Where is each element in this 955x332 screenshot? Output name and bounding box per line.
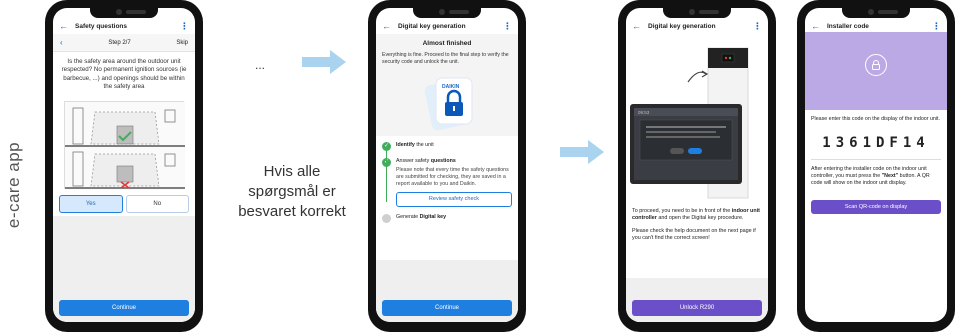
status-subtitle: Everything is fine. Proceed to the final… bbox=[382, 52, 509, 66]
header-band bbox=[805, 32, 947, 110]
after-bold: "Next" bbox=[881, 173, 899, 180]
review-safety-check-button[interactable]: Review safety check bbox=[396, 191, 512, 207]
instruction-paragraph: To proceed, you need to be in front of t… bbox=[632, 208, 762, 223]
code-instruction: Please enter this code on the display of… bbox=[811, 116, 940, 122]
previous-step-icon[interactable]: ‹ bbox=[60, 38, 63, 47]
back-arrow-icon[interactable]: ← bbox=[59, 21, 68, 31]
phone-installer-code: ← Installer code ⋮ Please enter this cod… bbox=[797, 0, 955, 332]
brand-logo: DAIKIN bbox=[442, 84, 460, 90]
instruction-text: and open the Digital key procedure. bbox=[656, 215, 744, 222]
phone-notch bbox=[90, 6, 158, 18]
right-arrow-icon bbox=[302, 50, 346, 74]
instruction-text: To proceed, you need to be in front of t… bbox=[632, 208, 732, 214]
step-text: the unit bbox=[414, 142, 434, 149]
safety-question: Is the safety area around the outdoor un… bbox=[61, 58, 187, 91]
phone-screen: ← Safety questions ⋮ ‹ Step 2/7 Skip Is … bbox=[53, 8, 195, 322]
more-options-icon[interactable]: ⋮ bbox=[503, 21, 512, 32]
step-indicator: Step 2/7 bbox=[108, 39, 131, 46]
right-arrow-icon bbox=[560, 140, 604, 164]
phone-screen: ← Installer code ⋮ Please enter this cod… bbox=[805, 8, 947, 322]
indoor-unit-icon: 09:53 bbox=[630, 47, 749, 199]
more-options-icon[interactable]: ⋮ bbox=[753, 21, 762, 32]
key-illustration: DAIKIN bbox=[382, 72, 512, 134]
lock-icon bbox=[865, 54, 887, 76]
phone-safety-questions: ← Safety questions ⋮ ‹ Step 2/7 Skip Is … bbox=[45, 0, 203, 332]
back-arrow-icon[interactable]: ← bbox=[632, 21, 641, 31]
step-text: Answer safety bbox=[396, 158, 431, 165]
screen-title: Installer code bbox=[827, 22, 869, 30]
progress-line bbox=[386, 150, 387, 203]
installer-code: 1361DF14 bbox=[811, 129, 941, 161]
continue-button[interactable]: Continue bbox=[382, 300, 512, 316]
safety-area-illustration bbox=[64, 101, 185, 191]
phone-notch bbox=[842, 6, 910, 18]
step-bold: questions bbox=[430, 158, 456, 165]
side-label: e-care app bbox=[2, 120, 26, 250]
status-heading: Almost finished bbox=[422, 40, 472, 47]
step-identify: ✓ Identify the unit bbox=[382, 142, 512, 152]
more-options-icon[interactable]: ⋮ bbox=[932, 21, 941, 32]
phone-digital-key-almost: ← Digital key generation ⋮ Almost finish… bbox=[368, 0, 526, 332]
pending-icon bbox=[382, 213, 391, 223]
step-text: Generate bbox=[396, 213, 420, 220]
continue-button[interactable]: Continue bbox=[59, 300, 189, 316]
answer-toggle: Yes No bbox=[59, 195, 189, 214]
yes-button[interactable]: Yes bbox=[59, 195, 123, 214]
help-note: Please check the help document on the ne… bbox=[632, 227, 756, 241]
skip-link[interactable]: Skip bbox=[176, 40, 188, 46]
unlock-button[interactable]: Unlock R290 bbox=[632, 300, 762, 316]
screen-title: Digital key generation bbox=[398, 22, 466, 30]
ellipsis: ... bbox=[255, 58, 266, 72]
progress-steps: ✓ Identify the unit ✓ Answer safety ques… bbox=[376, 136, 518, 223]
stage: e-care app ← Safety questions ⋮ ‹ Step 2… bbox=[0, 0, 955, 332]
status-hero: Almost finished Everything is fine. Proc… bbox=[376, 34, 518, 137]
after-instruction: After entering the installer code on the… bbox=[805, 160, 947, 193]
step-bar: ‹ Step 2/7 Skip bbox=[53, 34, 195, 52]
instructions: To proceed, you need to be in front of t… bbox=[626, 204, 768, 251]
step-note: Please note that every time the safety q… bbox=[396, 166, 509, 187]
house-diagram-icon bbox=[65, 102, 185, 191]
back-arrow-icon[interactable]: ← bbox=[811, 21, 820, 31]
controller-illustration: 09:53 bbox=[626, 34, 768, 204]
step-bold: Digital key bbox=[419, 213, 447, 220]
controller-clock: 09:53 bbox=[638, 110, 650, 115]
phone-screen: ← Digital key generation ⋮ 09:53 To proc… bbox=[626, 8, 768, 322]
screen-title: Safety questions bbox=[75, 22, 128, 30]
condition-text: Hvis alle spørgsmål er besvaret korrekt bbox=[238, 163, 346, 220]
step-questions: ✓ Answer safety questions Please note th… bbox=[382, 158, 512, 207]
back-arrow-icon[interactable]: ← bbox=[382, 21, 391, 31]
phone-screen: ← Digital key generation ⋮ Almost finish… bbox=[376, 8, 518, 322]
phone-digital-key-controller: ← Digital key generation ⋮ 09:53 To proc… bbox=[618, 0, 776, 332]
no-button[interactable]: No bbox=[125, 195, 189, 214]
scan-qr-button[interactable]: Scan QR-code on display bbox=[811, 199, 941, 214]
side-label-text: e-care app bbox=[4, 141, 23, 229]
screen-title: Digital key generation bbox=[648, 22, 716, 30]
padlock-glyph bbox=[872, 60, 880, 70]
more-options-icon[interactable]: ⋮ bbox=[180, 21, 189, 32]
step-bold: Identify bbox=[396, 142, 415, 149]
padlock-icon: DAIKIN bbox=[424, 77, 473, 131]
phone-notch bbox=[663, 6, 731, 18]
phone-notch bbox=[413, 6, 481, 18]
step-generate-key: Generate Digital key bbox=[382, 213, 512, 223]
